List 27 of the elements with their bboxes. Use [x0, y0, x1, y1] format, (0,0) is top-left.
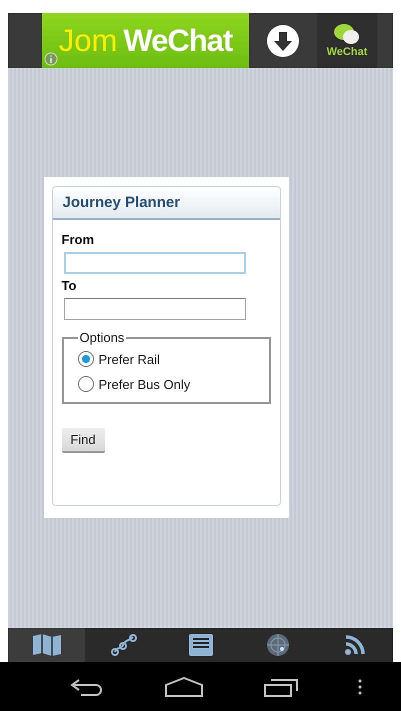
ad-banner[interactable]: Jom WeChat WeChat [8, 13, 393, 68]
option-label: Prefer Bus Only [98, 376, 190, 392]
map-icon [32, 633, 62, 657]
overflow-menu-icon[interactable] [358, 678, 362, 696]
logo-label: WeChat [326, 46, 368, 58]
ad-headline: Jom [58, 22, 118, 58]
info-icon[interactable] [44, 52, 58, 66]
option-label: Prefer Rail [98, 352, 160, 366]
field-label: To [62, 278, 78, 293]
home-icon[interactable] [164, 676, 204, 696]
feed-icon [344, 634, 366, 656]
route-icon [110, 634, 136, 656]
recent-apps-icon[interactable] [262, 676, 299, 696]
ad-headline: WeChat [123, 22, 232, 58]
card-title: Journey Planner [62, 194, 180, 211]
tab[interactable] [8, 628, 85, 662]
input-field[interactable] [64, 252, 246, 274]
chat-bubbles-icon [333, 23, 361, 45]
radio-button[interactable] [78, 376, 94, 392]
radar-icon [266, 633, 290, 657]
download-icon[interactable] [266, 24, 300, 58]
input-field[interactable] [64, 298, 246, 320]
options-legend: Options [78, 330, 126, 345]
find-button[interactable]: Find [62, 428, 104, 453]
tray-icon [188, 633, 214, 657]
field-label: From [62, 232, 95, 247]
radio-button[interactable] [78, 351, 94, 367]
